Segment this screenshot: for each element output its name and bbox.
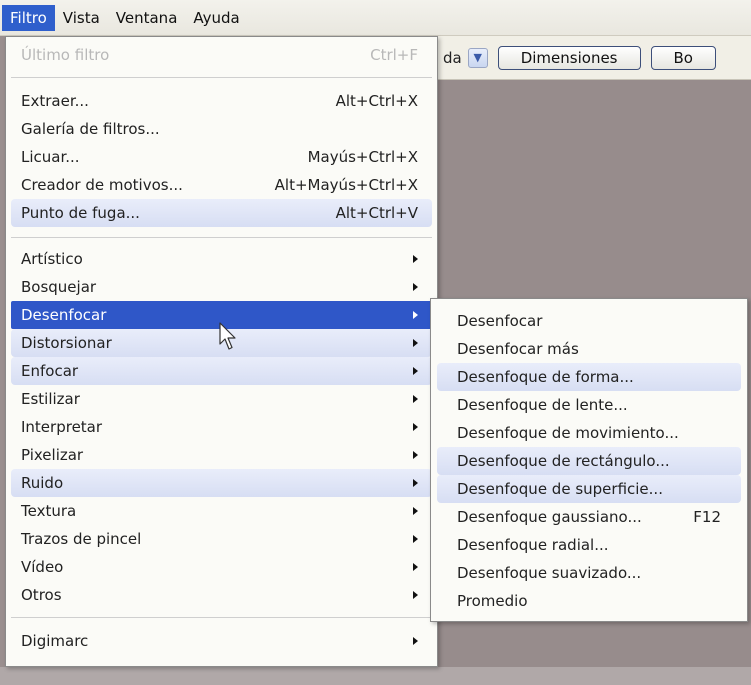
submenu-arrow-icon [413,339,418,347]
menu-separator [11,77,432,78]
menu-item-ruido[interactable]: Ruido [11,469,432,497]
menu-item-label: Otros [21,586,62,604]
menu-item-label: Distorsionar [21,334,112,352]
submenu-item-label: Desenfoque de forma... [457,368,634,386]
menu-bar: Filtro Vista Ventana Ayuda [0,0,751,36]
chevron-down-icon[interactable]: ▼ [467,47,488,68]
submenu-item-label: Promedio [457,592,528,610]
menu-item-otros[interactable]: Otros [11,581,432,609]
submenu-item-shortcut: F12 [693,508,721,526]
submenu-arrow-icon [413,535,418,543]
menu-item-shortcut: Ctrl+F [370,46,418,64]
menu-item-label: Enfocar [21,362,79,380]
menu-item-label: Último filtro [21,46,110,64]
menu-item-label: Extraer... [21,92,89,110]
menu-item-interpretar[interactable]: Interpretar [11,413,432,441]
submenu-item-label: Desenfoque de lente... [457,396,628,414]
submenu-item-desenfoque-superficie[interactable]: Desenfoque de superficie... [437,475,741,503]
menu-item-label: Interpretar [21,418,103,436]
submenu-item-label: Desenfocar [457,312,543,330]
submenu-arrow-icon [413,283,418,291]
submenu-item-desenfoque-radial[interactable]: Desenfoque radial... [437,531,741,559]
menu-item-label: Desenfocar [21,306,107,324]
menu-item-artistico[interactable]: Artístico [11,245,432,273]
menu-separator [11,237,432,238]
menu-item-extraer[interactable]: Extraer... Alt+Ctrl+X [11,87,432,115]
menu-item-textura[interactable]: Textura [11,497,432,525]
submenu-arrow-icon [413,255,418,263]
submenu-item-desenfoque-movimiento[interactable]: Desenfoque de movimiento... [437,419,741,447]
menu-item-punto-fuga[interactable]: Punto de fuga... Alt+Ctrl+V [11,199,432,227]
menu-item-label: Estilizar [21,390,80,408]
submenu-item-desenfoque-suavizado[interactable]: Desenfoque suavizado... [437,559,741,587]
menu-vista[interactable]: Vista [55,5,108,31]
view-select-value: da [443,48,462,67]
submenu-arrow-icon [413,507,418,515]
submenu-arrow-icon [413,591,418,599]
menu-item-pixelizar[interactable]: Pixelizar [11,441,432,469]
menu-item-label: Punto de fuga... [21,204,140,222]
menu-item-label: Textura [21,502,77,520]
submenu-arrow-icon [413,367,418,375]
menu-separator [11,617,432,618]
menu-ayuda[interactable]: Ayuda [185,5,247,31]
submenu-item-label: Desenfoque de movimiento... [457,424,679,442]
menu-item-label: Pixelizar [21,446,84,464]
menu-item-label: Licuar... [21,148,80,166]
menu-item-label: Artístico [21,250,83,268]
menu-item-shortcut: Alt+Mayús+Ctrl+X [274,176,418,194]
submenu-arrow-icon [413,311,418,319]
submenu-item-label: Desenfoque radial... [457,536,609,554]
menu-item-trazos-pincel[interactable]: Trazos de pincel [11,525,432,553]
menu-item-label: Bosquejar [21,278,97,296]
view-select[interactable]: da ▼ [443,47,488,68]
menu-ventana[interactable]: Ventana [108,5,186,31]
submenu-item-label: Desenfoque gaussiano... [457,508,642,526]
menu-item-digimarc[interactable]: Digimarc [11,627,432,655]
menu-item-video[interactable]: Vídeo [11,553,432,581]
menu-item-label: Trazos de pincel [21,530,142,548]
partial-button[interactable]: Bo [650,45,716,70]
menu-item-licuar[interactable]: Licuar... Mayús+Ctrl+X [11,143,432,171]
menu-item-creador-motivos[interactable]: Creador de motivos... Alt+Mayús+Ctrl+X [11,171,432,199]
submenu-arrow-icon [413,451,418,459]
submenu-item-label: Desenfoque de rectángulo... [457,452,670,470]
menu-item-shortcut: Mayús+Ctrl+X [307,148,418,166]
submenu-item-label: Desenfocar más [457,340,579,358]
submenu-item-desenfoque-rectangulo[interactable]: Desenfoque de rectángulo... [437,447,741,475]
submenu-item-desenfocar-mas[interactable]: Desenfocar más [437,335,741,363]
menu-item-last-filter: Último filtro Ctrl+F [11,41,432,69]
menu-item-label: Vídeo [21,558,64,576]
dimensions-button[interactable]: Dimensiones [497,45,641,70]
menu-filtro[interactable]: Filtro [2,4,55,31]
menu-item-shortcut: Alt+Ctrl+V [335,204,418,222]
menu-item-label: Ruido [21,474,64,492]
menu-item-label: Galería de filtros... [21,120,160,138]
submenu-item-label: Desenfoque suavizado... [457,564,642,582]
menu-item-label: Creador de motivos... [21,176,183,194]
submenu-item-label: Desenfoque de superficie... [457,480,663,498]
options-bar: da ▼ Dimensiones Bo [435,36,751,80]
submenu-item-promedio[interactable]: Promedio [437,587,741,615]
submenu-arrow-icon [413,423,418,431]
submenu-item-desenfoque-gaussiano[interactable]: Desenfoque gaussiano... F12 [437,503,741,531]
menu-item-estilizar[interactable]: Estilizar [11,385,432,413]
menu-item-bosquejar[interactable]: Bosquejar [11,273,432,301]
submenu-item-desenfoque-forma[interactable]: Desenfoque de forma... [437,363,741,391]
desenfocar-submenu: Desenfocar Desenfocar más Desenfoque de … [430,298,748,622]
submenu-arrow-icon [413,637,418,645]
menu-item-enfocar[interactable]: Enfocar [11,357,432,385]
submenu-item-desenfoque-lente[interactable]: Desenfoque de lente... [437,391,741,419]
submenu-arrow-icon [413,395,418,403]
submenu-arrow-icon [413,563,418,571]
submenu-arrow-icon [413,479,418,487]
bottom-strip [0,667,751,685]
submenu-item-desenfocar[interactable]: Desenfocar [437,307,741,335]
menu-item-shortcut: Alt+Ctrl+X [335,92,418,110]
mouse-pointer-icon [219,322,236,350]
menu-item-label: Digimarc [21,632,89,650]
menu-item-galeria[interactable]: Galería de filtros... [11,115,432,143]
